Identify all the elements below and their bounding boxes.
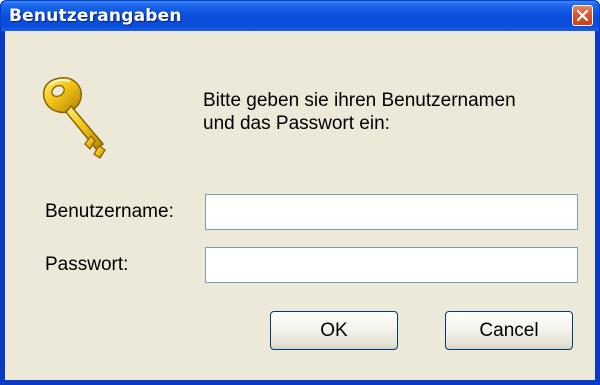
password-label: Passwort:	[45, 254, 129, 275]
password-field[interactable]	[205, 247, 578, 283]
ok-button[interactable]: OK	[270, 311, 398, 350]
close-button[interactable]	[572, 5, 593, 26]
dialog-title: Benutzerangaben	[9, 6, 182, 26]
close-icon	[577, 10, 588, 21]
username-label: Benutzername:	[45, 201, 174, 222]
login-dialog: Benutzerangaben Bitte geben sie ihren Be…	[0, 0, 600, 385]
dialog-body: Bitte geben sie ihren Benutzernamen und …	[5, 31, 595, 380]
instruction-text: Bitte geben sie ihren Benutzernamen und …	[203, 90, 516, 134]
title-bar[interactable]: Benutzerangaben	[1, 1, 599, 31]
key-icon	[42, 77, 106, 159]
cancel-button[interactable]: Cancel	[445, 311, 573, 350]
username-field[interactable]	[205, 194, 578, 230]
